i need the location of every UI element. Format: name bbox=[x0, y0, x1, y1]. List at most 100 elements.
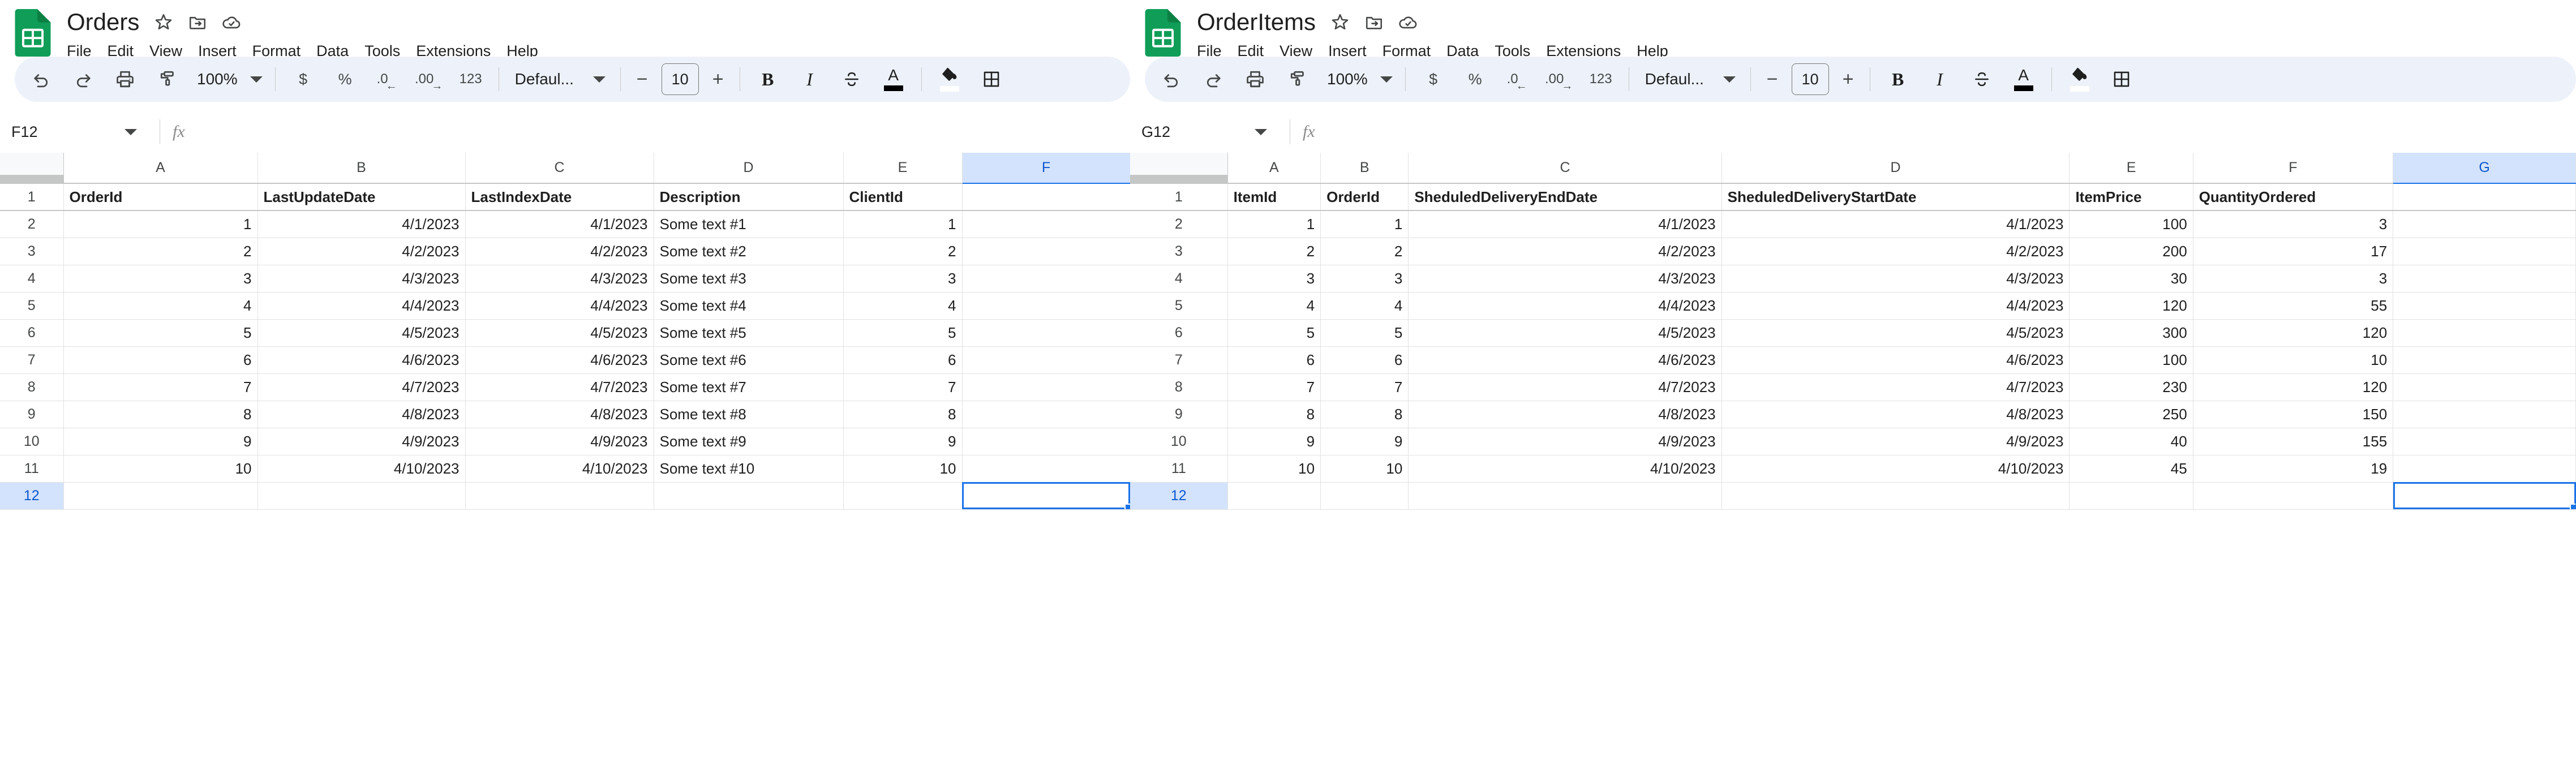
cell-F8[interactable]: 120 bbox=[2193, 373, 2394, 401]
cell-B7[interactable]: 4/6/2023 bbox=[257, 346, 466, 374]
row-header-11[interactable]: 11 bbox=[0, 455, 64, 483]
print-button[interactable] bbox=[1238, 62, 1272, 96]
cloud-saved-icon[interactable] bbox=[1398, 12, 1418, 32]
cell-B8[interactable]: 4/7/2023 bbox=[257, 373, 466, 401]
cell-F2[interactable] bbox=[962, 210, 1130, 238]
cell-D7[interactable]: Some text #6 bbox=[654, 346, 844, 374]
row-header-8[interactable]: 8 bbox=[1130, 373, 1228, 401]
more-formats-button[interactable]: 123 bbox=[454, 62, 488, 96]
row-header-7[interactable]: 7 bbox=[0, 346, 64, 374]
cell-G6[interactable] bbox=[2393, 319, 2576, 347]
cell-F9[interactable] bbox=[962, 401, 1130, 428]
cell-B9[interactable]: 8 bbox=[1320, 401, 1409, 428]
zoom-selector[interactable]: 100% bbox=[1318, 62, 1398, 96]
print-button[interactable] bbox=[108, 62, 142, 96]
cell-D11[interactable]: 4/10/2023 bbox=[1721, 455, 2070, 483]
cell-D12[interactable] bbox=[1721, 482, 2070, 510]
font-family-selector[interactable]: Defaul... bbox=[1636, 62, 1744, 96]
cell-E12[interactable] bbox=[843, 482, 963, 510]
cell-F11[interactable] bbox=[962, 455, 1130, 483]
cell-E9[interactable]: 8 bbox=[843, 401, 963, 428]
cell-B6[interactable]: 5 bbox=[1320, 319, 1409, 347]
percent-format-button[interactable]: % bbox=[1458, 62, 1492, 96]
decrease-decimal-button[interactable]: .0 ← bbox=[1500, 62, 1534, 96]
bold-button[interactable]: B bbox=[1881, 62, 1915, 96]
star-icon[interactable] bbox=[154, 12, 173, 32]
borders-button[interactable] bbox=[974, 62, 1008, 96]
cell-D4[interactable]: 4/3/2023 bbox=[1721, 265, 2070, 293]
cell-C8[interactable]: 4/7/2023 bbox=[465, 373, 654, 401]
cell-E6[interactable]: 300 bbox=[2069, 319, 2193, 347]
cell-D9[interactable]: 4/8/2023 bbox=[1721, 401, 2070, 428]
cell-G1[interactable] bbox=[2393, 183, 2576, 211]
cell-F9[interactable]: 150 bbox=[2193, 401, 2394, 428]
cell-D8[interactable]: 4/7/2023 bbox=[1721, 373, 2070, 401]
cell-C2[interactable]: 4/1/2023 bbox=[1408, 210, 1722, 238]
italic-button[interactable]: I bbox=[1923, 62, 1957, 96]
cell-A3[interactable]: 2 bbox=[1227, 238, 1321, 265]
spreadsheet-table[interactable]: A B C D E F 1 OrderId LastUpdateDate LastIndexDat… bbox=[0, 153, 1130, 510]
cell-C3[interactable]: 4/2/2023 bbox=[465, 238, 654, 265]
cell-B11[interactable]: 10 bbox=[1320, 455, 1409, 483]
cell-F6[interactable]: 120 bbox=[2193, 319, 2394, 347]
row-header-6[interactable]: 6 bbox=[0, 319, 64, 347]
cell-A4[interactable]: 3 bbox=[1227, 265, 1321, 293]
cell-F12[interactable] bbox=[2193, 482, 2394, 510]
cell-B12[interactable] bbox=[1320, 482, 1409, 510]
cell-C5[interactable]: 4/4/2023 bbox=[1408, 292, 1722, 320]
decrease-decimal-button[interactable]: .0 ← bbox=[370, 62, 404, 96]
cell-B2[interactable]: 1 bbox=[1320, 210, 1409, 238]
cell-A10[interactable]: 9 bbox=[1227, 428, 1321, 455]
cell-E3[interactable]: 200 bbox=[2069, 238, 2193, 265]
cell-F3[interactable] bbox=[962, 238, 1130, 265]
cell-F1[interactable] bbox=[962, 183, 1130, 211]
row-header-11[interactable]: 11 bbox=[1130, 455, 1228, 483]
cell-C8[interactable]: 4/7/2023 bbox=[1408, 373, 1722, 401]
row-header-12[interactable]: 12 bbox=[1130, 482, 1228, 510]
column-header-e[interactable]: E bbox=[843, 153, 963, 184]
row-header-5[interactable]: 5 bbox=[0, 292, 64, 320]
column-header-a[interactable]: A bbox=[63, 153, 258, 184]
row-header-2[interactable]: 2 bbox=[0, 210, 64, 238]
column-header-d[interactable]: D bbox=[654, 153, 844, 184]
cell-C10[interactable]: 4/9/2023 bbox=[465, 428, 654, 455]
cell-D6[interactable]: 4/5/2023 bbox=[1721, 319, 2070, 347]
more-formats-button[interactable]: 123 bbox=[1584, 62, 1618, 96]
row-header-4[interactable]: 4 bbox=[1130, 265, 1228, 293]
document-title[interactable]: Orders bbox=[67, 8, 139, 36]
cell-D10[interactable]: Some text #9 bbox=[654, 428, 844, 455]
italic-button[interactable]: I bbox=[793, 62, 827, 96]
cell-C1[interactable]: SheduledDeliveryEndDate bbox=[1408, 183, 1722, 211]
cell-D5[interactable]: 4/4/2023 bbox=[1721, 292, 2070, 320]
borders-button[interactable] bbox=[2105, 62, 2139, 96]
cell-C4[interactable]: 4/3/2023 bbox=[1408, 265, 1722, 293]
cell-B10[interactable]: 9 bbox=[1320, 428, 1409, 455]
cell-G9[interactable] bbox=[2393, 401, 2576, 428]
row-header-4[interactable]: 4 bbox=[0, 265, 64, 293]
cell-G10[interactable] bbox=[2393, 428, 2576, 455]
cell-D8[interactable]: Some text #7 bbox=[654, 373, 844, 401]
cell-F5[interactable]: 55 bbox=[2193, 292, 2394, 320]
column-header-a[interactable]: A bbox=[1227, 153, 1321, 184]
strikethrough-button[interactable] bbox=[835, 62, 869, 96]
formula-input[interactable] bbox=[1315, 117, 2576, 147]
strikethrough-button[interactable] bbox=[1965, 62, 1999, 96]
cell-C5[interactable]: 4/4/2023 bbox=[465, 292, 654, 320]
paint-format-button[interactable] bbox=[1280, 62, 1314, 96]
cell-E2[interactable]: 1 bbox=[843, 210, 963, 238]
cell-D4[interactable]: Some text #3 bbox=[654, 265, 844, 293]
document-title[interactable]: OrderItems bbox=[1197, 8, 1316, 36]
cell-E11[interactable]: 10 bbox=[843, 455, 963, 483]
name-box[interactable]: F12 bbox=[6, 117, 147, 147]
cell-G12[interactable] bbox=[2393, 482, 2576, 510]
cell-C4[interactable]: 4/3/2023 bbox=[465, 265, 654, 293]
cell-A11[interactable]: 10 bbox=[1227, 455, 1321, 483]
cell-B6[interactable]: 4/5/2023 bbox=[257, 319, 466, 347]
undo-button[interactable] bbox=[1154, 62, 1188, 96]
cell-D2[interactable]: Some text #1 bbox=[654, 210, 844, 238]
cell-E12[interactable] bbox=[2069, 482, 2193, 510]
cell-F7[interactable] bbox=[962, 346, 1130, 374]
cell-B8[interactable]: 7 bbox=[1320, 373, 1409, 401]
cell-A10[interactable]: 9 bbox=[63, 428, 258, 455]
decrease-font-size-button[interactable]: − bbox=[628, 64, 657, 94]
